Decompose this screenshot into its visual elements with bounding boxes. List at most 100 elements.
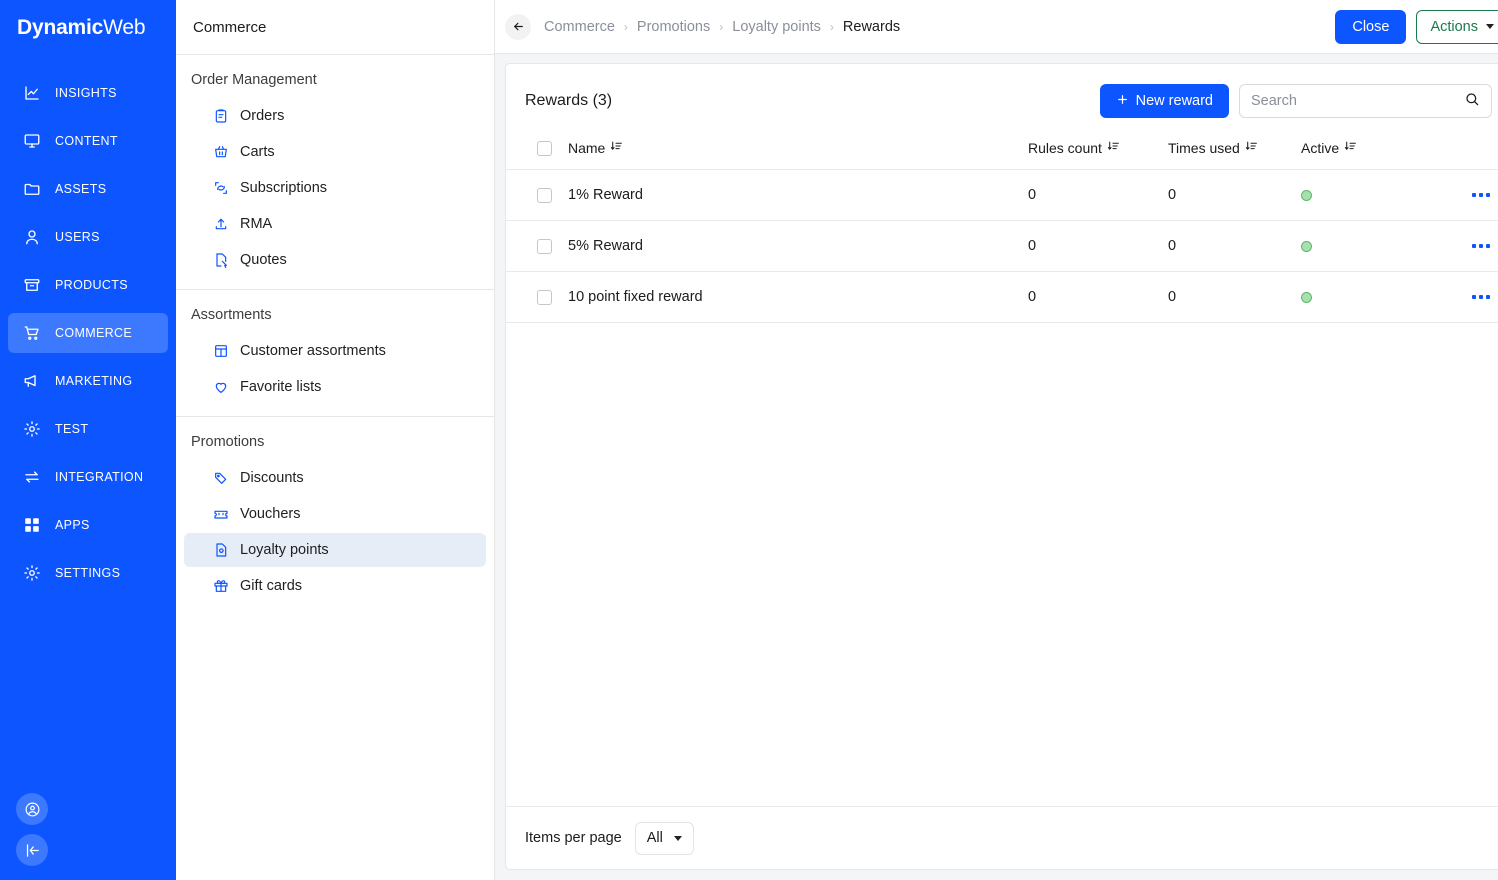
sidebar-label: SETTINGS xyxy=(55,566,121,580)
sidebar-item-vouchers[interactable]: Vouchers xyxy=(184,497,486,531)
breadcrumb-item-rewards: Rewards xyxy=(842,18,901,35)
new-reward-label: New reward xyxy=(1135,93,1213,109)
sidebar-item-apps[interactable]: APPS xyxy=(8,505,168,545)
sidebar-item-label: Gift cards xyxy=(240,578,303,594)
sidebar-item-label: Customer assortments xyxy=(240,343,386,359)
new-reward-button[interactable]: New reward xyxy=(1099,84,1229,118)
items-per-page-select[interactable]: All xyxy=(634,821,694,855)
document-cursor-icon xyxy=(212,252,229,269)
sort-descending-icon[interactable] xyxy=(1107,140,1120,156)
sort-descending-icon[interactable] xyxy=(1245,140,1258,156)
sidebar-item-marketing[interactable]: MARKETING xyxy=(8,361,168,401)
page-title: Rewards (3) xyxy=(525,92,613,109)
row-menu-button[interactable] xyxy=(1451,244,1498,248)
row-menu-button[interactable] xyxy=(1451,193,1498,197)
sidebar-label: MARKETING xyxy=(55,374,133,388)
close-button[interactable]: Close xyxy=(1335,9,1407,44)
sidebar-item-insights[interactable]: INSIGHTS xyxy=(8,73,168,113)
sidebar-item-label: Discounts xyxy=(240,470,304,486)
sidebar-label: CONTENT xyxy=(55,134,118,148)
rewards-table: Name Rules count Times used Active 1% Re… xyxy=(506,131,1498,323)
cell-times-used: 0 xyxy=(1168,169,1301,221)
cell-rules-count: 0 xyxy=(1028,271,1168,323)
sidebar-item-test[interactable]: TEST xyxy=(8,409,168,449)
file-points-icon xyxy=(212,542,229,559)
search-box[interactable] xyxy=(1239,84,1492,118)
search-icon[interactable] xyxy=(1464,91,1480,112)
sidebar-item-gift-cards[interactable]: Gift cards xyxy=(184,569,486,603)
sidebar-item-commerce[interactable]: COMMERCE xyxy=(8,313,168,353)
actions-button[interactable]: Actions xyxy=(1416,9,1498,44)
search-input[interactable] xyxy=(1251,93,1464,109)
table-row[interactable]: 1% Reward 0 0 xyxy=(506,169,1498,221)
sort-descending-icon[interactable] xyxy=(1344,140,1357,156)
table-header: Name Rules count Times used Active xyxy=(506,131,1498,170)
sidebar-label: PRODUCTS xyxy=(55,278,128,292)
sidebar-label: ASSETS xyxy=(55,182,107,196)
sidebar-item-settings[interactable]: SETTINGS xyxy=(8,553,168,593)
sidebar-item-favorite-lists[interactable]: Favorite lists xyxy=(184,370,486,404)
back-button[interactable] xyxy=(505,13,531,40)
row-checkbox[interactable] xyxy=(537,238,552,254)
breadcrumb-item-commerce[interactable]: Commerce xyxy=(544,19,615,35)
sidebar-item-orders[interactable]: Orders xyxy=(184,99,486,133)
sidebar-item-discounts[interactable]: Discounts xyxy=(184,461,486,495)
cell-row-menu xyxy=(1451,169,1498,221)
sort-descending-icon[interactable] xyxy=(610,140,623,156)
breadcrumb: Commerce › Promotions › Loyalty points ›… xyxy=(544,19,1335,35)
sidebar-item-loyalty-points[interactable]: Loyalty points xyxy=(184,533,486,567)
breadcrumb-separator: › xyxy=(719,19,724,34)
sidebar-item-customer-assortments[interactable]: Customer assortments xyxy=(184,334,486,368)
sidebar-item-assets[interactable]: ASSETS xyxy=(8,169,168,209)
chevron-down-icon xyxy=(1486,24,1494,29)
rewards-panel: Rewards (3) New reward Search Name Rules… xyxy=(505,63,1498,870)
chevron-down-icon xyxy=(673,835,682,841)
sidebar-item-content[interactable]: CONTENT xyxy=(8,121,168,161)
group-title: Assortments xyxy=(191,307,272,323)
sidebar-item-rma[interactable]: RMA xyxy=(184,207,486,241)
sidebar-label: INTEGRATION xyxy=(55,470,144,484)
items-per-page-value: All xyxy=(646,830,663,846)
table-row[interactable]: 5% Reward 0 0 xyxy=(506,220,1498,272)
sidebar-item-label: RMA xyxy=(240,216,273,232)
sidebar-item-integration[interactable]: INTEGRATION xyxy=(8,457,168,497)
sidebar-item-carts[interactable]: Carts xyxy=(184,135,486,169)
column-label: Rules count xyxy=(1028,140,1102,156)
column-header-rules-count[interactable]: Rules count xyxy=(1028,131,1168,170)
sidebar-item-subscriptions[interactable]: Subscriptions xyxy=(184,171,486,205)
account-circle-icon-button[interactable] xyxy=(16,793,48,825)
column-header-name[interactable]: Name xyxy=(568,131,1028,170)
breadcrumb-separator: › xyxy=(623,19,628,34)
row-menu-button[interactable] xyxy=(1451,295,1498,299)
breadcrumb-item-loyalty-points[interactable]: Loyalty points xyxy=(732,19,821,35)
sidebar-label: INSIGHTS xyxy=(55,86,117,100)
nav-group-order-management: Order Management Orders Carts Subscripti… xyxy=(176,55,494,290)
sidebar-item-products[interactable]: PRODUCTS xyxy=(8,265,168,305)
megaphone-icon xyxy=(22,371,42,391)
collapse-sidebar-button[interactable] xyxy=(16,834,48,866)
column-header-times-used[interactable]: Times used xyxy=(1168,131,1301,170)
breadcrumb-item-promotions[interactable]: Promotions xyxy=(637,19,710,35)
sidebar-item-label: Vouchers xyxy=(240,506,301,522)
chart-line-icon xyxy=(22,83,42,103)
column-label: Name xyxy=(568,140,606,156)
content-wrapper: Rewards (3) New reward Search Name Rules… xyxy=(495,54,1498,880)
row-checkbox[interactable] xyxy=(537,187,552,203)
sidebar-item-quotes[interactable]: Quotes xyxy=(184,243,486,277)
select-all-checkbox[interactable] xyxy=(537,140,552,156)
group-title: Order Management xyxy=(191,72,317,88)
sidebar-label: TEST xyxy=(55,422,89,436)
sidebar-item-label: Loyalty points xyxy=(240,542,329,558)
ticket-icon xyxy=(212,506,229,523)
cell-active xyxy=(1301,271,1451,323)
sidebar-item-users[interactable]: USERS xyxy=(8,217,168,257)
column-label: Active xyxy=(1301,140,1340,156)
table-row[interactable]: 10 point fixed reward 0 0 xyxy=(506,271,1498,323)
row-checkbox[interactable] xyxy=(537,289,552,305)
column-header-active[interactable]: Active xyxy=(1301,131,1451,170)
account-circle-icon xyxy=(25,802,39,816)
table-body: 1% Reward 0 0 5% Reward 0 0 10 point fix… xyxy=(506,169,1498,323)
cell-row-menu xyxy=(1451,220,1498,272)
group-title: Promotions xyxy=(191,434,265,450)
cell-rules-count: 0 xyxy=(1028,169,1168,221)
